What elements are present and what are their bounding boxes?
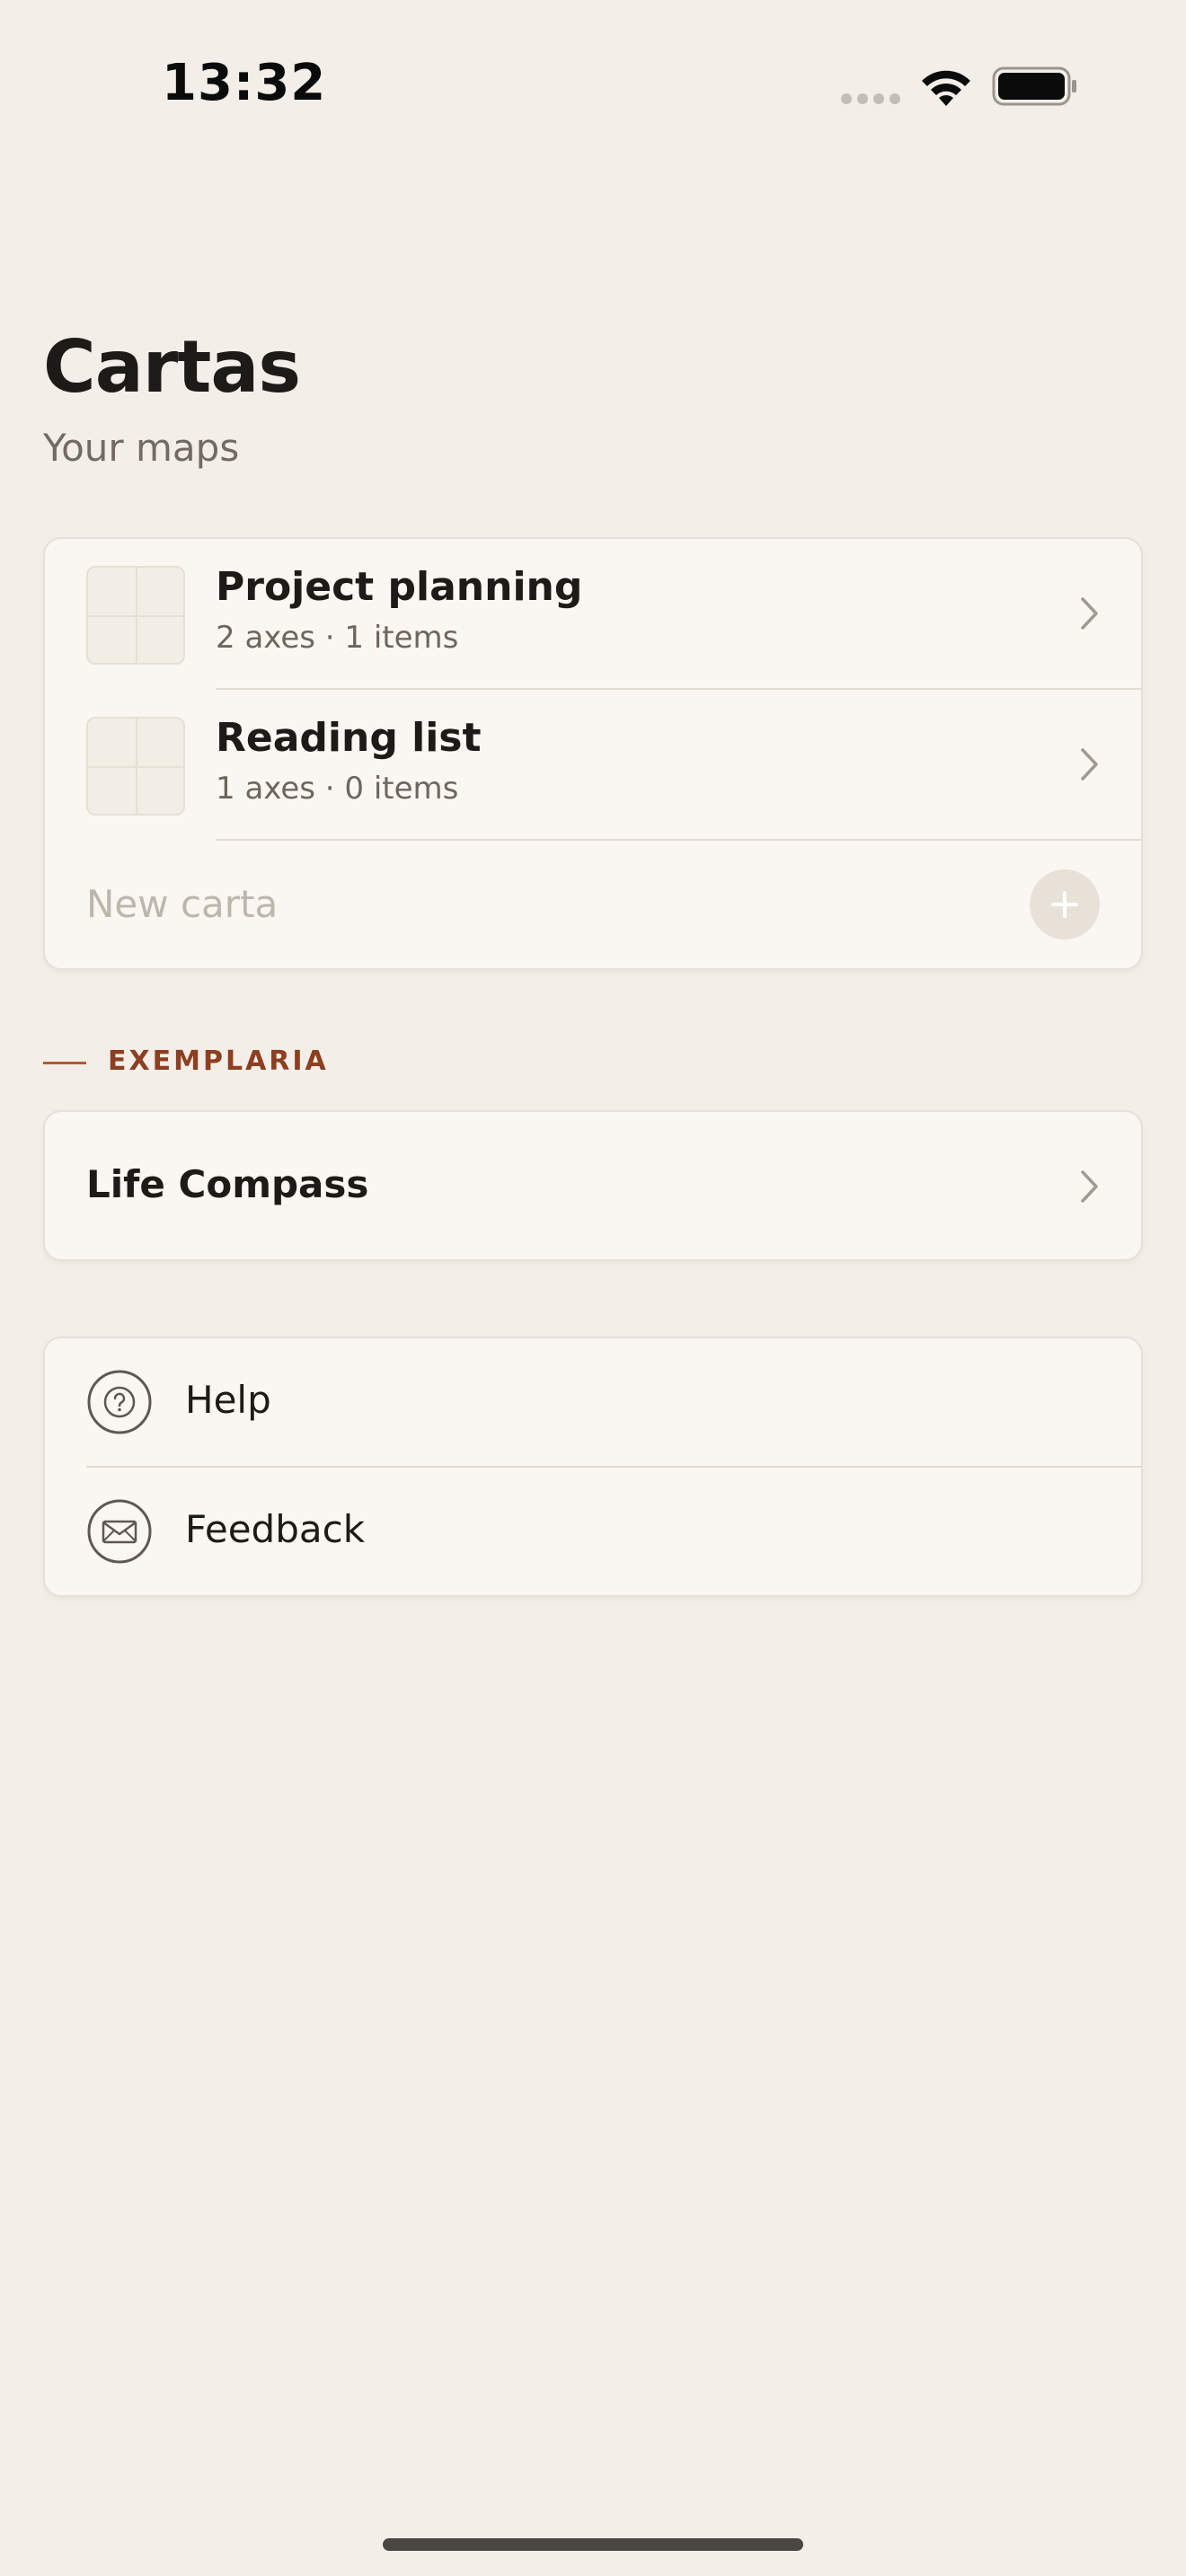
battery-icon <box>992 66 1076 106</box>
envelope-icon <box>87 1499 152 1564</box>
map-meta: 1 axes · 0 items <box>216 771 459 807</box>
help-label: Help <box>185 1378 271 1422</box>
add-carta-button[interactable] <box>1030 869 1100 940</box>
new-carta-input[interactable] <box>86 871 985 936</box>
feedback-row[interactable]: Feedback <box>45 1468 1141 1595</box>
new-carta-row <box>45 841 1141 968</box>
support-card: Help Feedback <box>43 1337 1143 1597</box>
cellular-signal-icon <box>841 93 900 106</box>
chevron-right-icon <box>1081 748 1098 781</box>
feedback-label: Feedback <box>185 1507 366 1551</box>
wifi-icon <box>922 70 970 106</box>
grid-thumbnail-icon <box>86 717 185 816</box>
question-circle-icon <box>87 1370 152 1434</box>
status-time: 13:32 <box>162 54 327 112</box>
map-row-reading-list[interactable]: Reading list 1 axes · 0 items <box>45 690 1141 841</box>
app-screen: 13:32 Cartas Your maps Project planning … <box>0 0 1186 2576</box>
page-subtitle: Your maps <box>43 426 240 470</box>
home-indicator[interactable] <box>383 2538 803 2551</box>
chevron-right-icon <box>1081 597 1098 630</box>
plus-icon <box>1051 891 1078 918</box>
maps-card: Project planning 2 axes · 1 items Readin… <box>43 537 1143 970</box>
map-row-project-planning[interactable]: Project planning 2 axes · 1 items <box>45 539 1141 690</box>
example-title: Life Compass <box>86 1162 369 1206</box>
help-row[interactable]: Help <box>45 1338 1141 1468</box>
status-bar: 13:32 <box>0 0 1186 171</box>
section-label: EXEMPLARIA <box>108 1045 329 1077</box>
page-title: Cartas <box>43 325 301 409</box>
grid-thumbnail-icon <box>86 566 185 665</box>
map-title: Reading list <box>216 715 482 761</box>
example-row-life-compass[interactable]: Life Compass <box>45 1112 1141 1259</box>
map-title: Project planning <box>216 564 583 610</box>
section-rule <box>43 1062 86 1064</box>
map-meta: 2 axes · 1 items <box>216 620 459 656</box>
examples-card: Life Compass <box>43 1110 1143 1261</box>
chevron-right-icon <box>1081 1170 1098 1203</box>
